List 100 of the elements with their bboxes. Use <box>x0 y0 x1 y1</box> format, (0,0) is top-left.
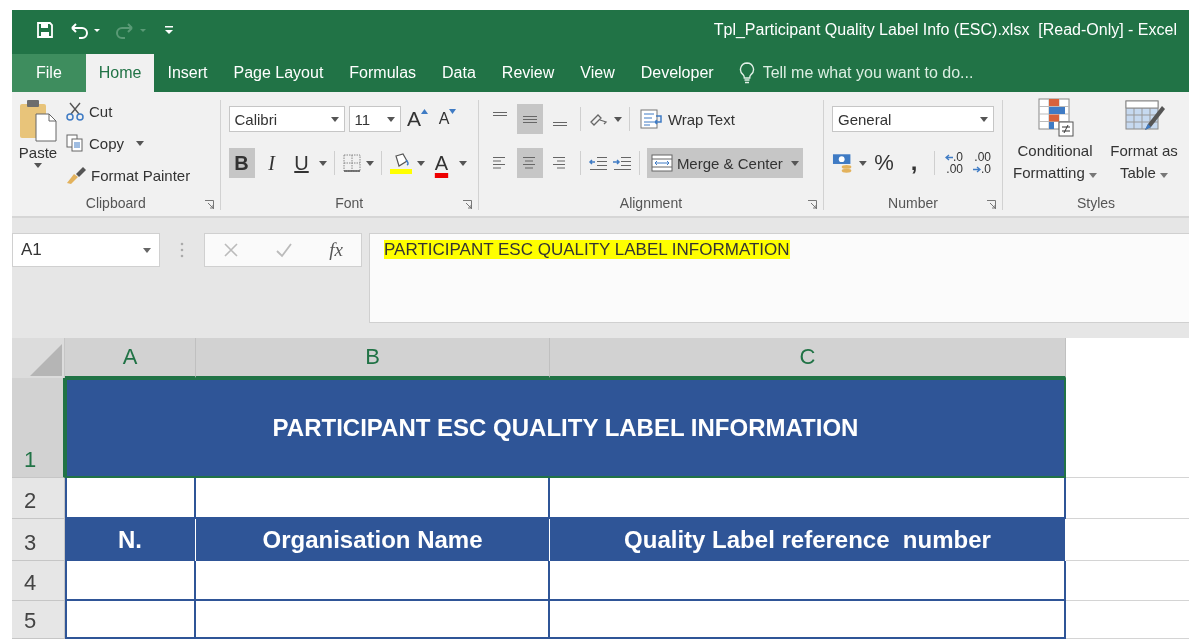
caret-icon <box>136 140 145 146</box>
row-header[interactable]: 2 <box>12 478 65 519</box>
caret-icon[interactable] <box>365 160 374 166</box>
caret-icon <box>980 116 988 122</box>
caret-icon <box>386 116 395 122</box>
group-label: Styles <box>1076 195 1116 211</box>
cut-button[interactable]: Cut <box>62 96 194 126</box>
caret-icon <box>34 163 42 168</box>
caret-icon[interactable] <box>613 116 622 122</box>
ribbon-tab[interactable]: Formulas <box>336 54 430 92</box>
group-label: Clipboard <box>85 195 146 211</box>
horizontal-align-button[interactable] <box>516 148 543 178</box>
scissors-icon <box>65 101 85 121</box>
italic-button[interactable]: I <box>258 148 285 178</box>
grow-font-button[interactable]: A <box>404 104 431 134</box>
column-header[interactable]: B <box>196 338 550 378</box>
column-header[interactable]: C <box>550 338 1066 378</box>
paintbrush-icon <box>65 165 87 185</box>
bold-button[interactable]: B <box>228 148 255 178</box>
paste-button[interactable]: Paste <box>16 96 60 190</box>
table-cell[interactable] <box>550 478 1066 519</box>
insert-function-button[interactable]: fx <box>329 239 343 261</box>
increase-indent-icon[interactable] <box>611 154 632 172</box>
table-cell[interactable] <box>550 601 1066 639</box>
merge-center-button[interactable]: Merge & Center <box>646 148 803 178</box>
ribbon-tab[interactable]: Review <box>488 54 568 92</box>
wrap-text-icon <box>639 108 664 130</box>
title-cell[interactable]: PARTICIPANT ESC QUALITY LABEL INFORMATION <box>65 378 1066 478</box>
left-arrow-icon <box>945 153 953 161</box>
copy-icon <box>65 133 85 153</box>
decrease-indent-icon[interactable] <box>587 154 608 172</box>
caret-icon[interactable] <box>416 160 425 166</box>
caret-icon <box>1160 173 1169 178</box>
ribbon-tab[interactable]: Data <box>429 54 489 92</box>
ribbon-tab[interactable]: Home <box>85 54 155 92</box>
borders-icon[interactable] <box>341 153 362 173</box>
save-icon[interactable] <box>36 21 54 39</box>
font-color-button[interactable]: A <box>428 148 455 178</box>
wrap-text-button[interactable]: Wrap Text <box>636 104 738 134</box>
clipboard-icon <box>18 98 58 142</box>
table-cell[interactable] <box>196 601 550 639</box>
caret-icon[interactable] <box>859 160 867 166</box>
percent-button[interactable]: % <box>871 148 897 178</box>
caret-icon[interactable] <box>318 160 327 166</box>
header-cell: Organisation Name <box>196 519 550 561</box>
lightbulb-icon <box>738 62 755 84</box>
file-tab[interactable]: File <box>12 54 86 92</box>
dialog-launcher-icon[interactable] <box>204 200 214 209</box>
ribbon-tab[interactable]: Developer <box>627 54 727 92</box>
format-as-table-button[interactable]: Format as Table <box>1103 96 1185 190</box>
lines-icon <box>522 115 537 123</box>
decrease-decimal-button[interactable]: .00 .0 <box>970 151 994 175</box>
format-painter-button[interactable]: Format Painter <box>62 160 194 190</box>
row-header[interactable]: 5 <box>12 601 65 639</box>
copy-button[interactable]: Copy <box>62 128 194 158</box>
vertical-align-button[interactable] <box>516 104 543 134</box>
merge-icon <box>650 154 673 172</box>
table-cell[interactable] <box>196 561 550 601</box>
conditional-formatting-button[interactable]: Conditional Formatting <box>1007 96 1103 190</box>
table-cell[interactable] <box>65 561 196 601</box>
undo-icon[interactable] <box>68 21 102 39</box>
up-triangle-icon <box>421 109 428 114</box>
ribbon-tab[interactable]: Insert <box>154 54 221 92</box>
group-label: Font <box>335 195 364 211</box>
ribbon-tab[interactable]: Page Layout <box>220 54 337 92</box>
number-format-field[interactable]: General <box>832 106 994 132</box>
lines-icon <box>552 122 567 126</box>
row-header[interactable]: 3 <box>12 519 65 561</box>
shrink-font-button[interactable]: A <box>434 104 461 134</box>
table-chart-icon <box>1035 98 1075 138</box>
group-label: Alignment <box>619 195 683 211</box>
row-header[interactable]: 4 <box>12 561 65 601</box>
table-cell[interactable] <box>196 478 550 519</box>
caret-icon <box>1088 173 1097 178</box>
dialog-launcher-icon[interactable] <box>808 200 817 209</box>
increase-decimal-button[interactable]: .0 .00 <box>942 151 966 175</box>
caret-icon <box>790 160 799 166</box>
fill-color-icon[interactable] <box>388 152 413 174</box>
dialog-launcher-icon[interactable] <box>462 200 472 209</box>
caret-icon <box>143 247 151 253</box>
dialog-launcher-icon[interactable] <box>987 200 996 209</box>
ribbon-tab[interactable]: View <box>567 54 628 92</box>
tell-me-field[interactable]: Tell me what you want to do... <box>760 63 1025 83</box>
down-triangle-icon <box>449 109 457 114</box>
column-header[interactable]: A <box>65 338 196 378</box>
table-cell[interactable] <box>65 478 196 519</box>
window-title: Tpl_Participant Quality Label Info (ESC).xlsx [Read-Only] - Excel <box>713 21 1177 39</box>
right-arrow-icon <box>973 165 981 173</box>
table-cell[interactable] <box>65 601 196 639</box>
customize-toolbar-icon[interactable] <box>164 24 174 36</box>
table-cell[interactable] <box>550 561 1066 601</box>
font-size-field[interactable]: 11 <box>348 106 401 132</box>
comma-style-button[interactable]: , <box>901 148 927 178</box>
caret-icon[interactable] <box>458 160 467 166</box>
row-header[interactable]: 1 <box>12 378 65 478</box>
underline-button[interactable]: U <box>288 148 315 178</box>
header-cell: Quality Label reference number <box>550 519 1066 561</box>
font-name-field[interactable]: Calibri <box>228 106 345 132</box>
name-box[interactable]: A1 <box>12 233 160 267</box>
formula-field[interactable]: PARTICIPANT ESC QUALITY LABEL INFORMATION <box>369 233 1189 323</box>
